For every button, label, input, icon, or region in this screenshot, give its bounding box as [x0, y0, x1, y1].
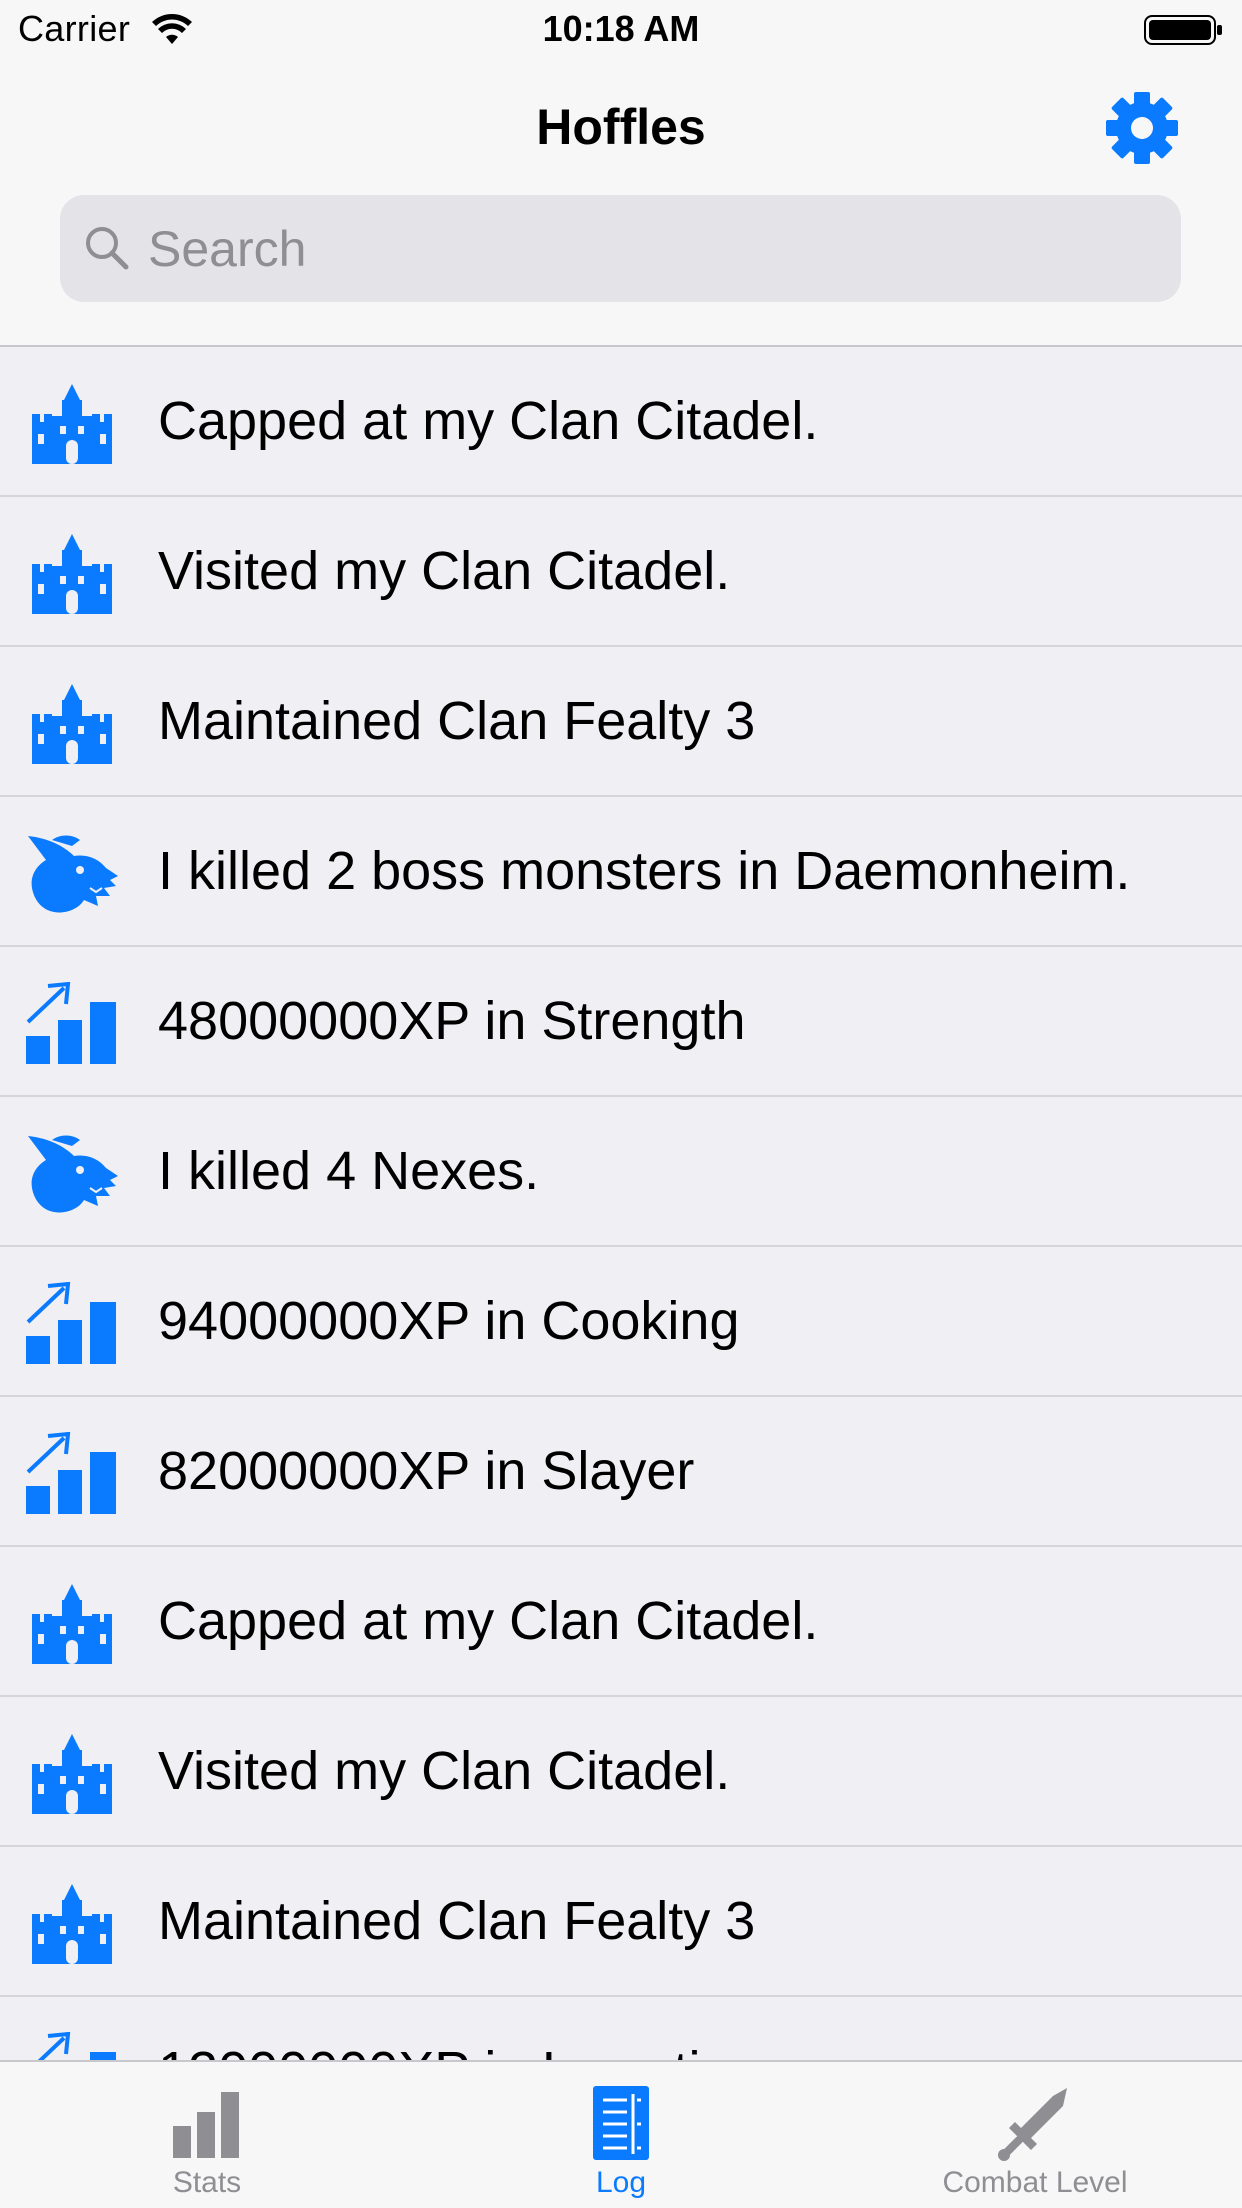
log-row-text: Visited my Clan Citadel. — [158, 1741, 731, 1801]
tab-label: Log — [595, 2166, 647, 2199]
castle-icon — [24, 1882, 120, 1966]
xp-chart-icon — [24, 981, 120, 1066]
castle-icon — [24, 532, 120, 616]
page-title: Hoffles — [536, 99, 706, 155]
log-row[interactable]: 82000000XP in Slayer — [0, 1397, 1242, 1547]
tab-label: Combat Level — [942, 2166, 1128, 2199]
log-row[interactable]: 94000000XP in Cooking — [0, 1247, 1242, 1397]
castle-icon — [24, 1732, 120, 1816]
log-row-text: 82000000XP in Slayer — [158, 1441, 695, 1501]
tab-label: Stats — [172, 2166, 242, 2199]
search-icon — [86, 227, 129, 270]
log-row[interactable]: 12000000XP in Invention — [0, 1997, 1242, 2060]
log-row-text: Maintained Clan Fealty 3 — [158, 691, 756, 751]
bar-chart-icon — [173, 2092, 239, 2158]
log-row[interactable]: I killed 2 boss monsters in Daemonheim. — [0, 797, 1242, 947]
status-bar: Carrier 10:18 AM — [0, 0, 1242, 60]
settings-button[interactable] — [1104, 90, 1180, 166]
log-row-text: Visited my Clan Citadel. — [158, 541, 731, 601]
log-row-text: I killed 2 boss monsters in Daemonheim. — [158, 841, 1131, 901]
castle-icon — [24, 382, 120, 466]
log-row-text: 12000000XP in Invention — [158, 1997, 761, 2060]
battery-icon — [1144, 15, 1222, 45]
log-row[interactable]: Maintained Clan Fealty 3 — [0, 647, 1242, 797]
xp-chart-icon — [24, 1431, 120, 1516]
log-row-text: Capped at my Clan Citadel. — [158, 391, 819, 451]
tab-combat-level[interactable]: Combat Level — [828, 2062, 1242, 2208]
navigation-bar: Hoffles — [0, 60, 1242, 347]
log-row-text: 94000000XP in Cooking — [158, 1291, 740, 1351]
tab-bar: Stats Log Combat Level — [0, 2060, 1242, 2208]
log-list: Capped at my Clan Citadel. Visited my Cla… — [0, 347, 1242, 2060]
log-row[interactable]: Visited my Clan Citadel. — [0, 497, 1242, 647]
log-row-text: I killed 4 Nexes. — [158, 1141, 540, 1201]
castle-icon — [24, 1582, 120, 1666]
xp-chart-icon — [24, 2031, 120, 2060]
log-row-text: Capped at my Clan Citadel. — [158, 1591, 819, 1651]
log-row[interactable]: Visited my Clan Citadel. — [0, 1697, 1242, 1847]
log-row[interactable]: Capped at my Clan Citadel. — [0, 1547, 1242, 1697]
log-row[interactable]: 48000000XP in Strength — [0, 947, 1242, 1097]
tab-log[interactable]: Log — [414, 2062, 828, 2208]
log-icon — [593, 2086, 649, 2160]
search-input[interactable] — [148, 195, 1148, 302]
log-row[interactable]: Capped at my Clan Citadel. — [0, 347, 1242, 497]
log-row-text: Maintained Clan Fealty 3 — [158, 1891, 756, 1951]
tab-stats[interactable]: Stats — [0, 2062, 414, 2208]
dragon-icon — [24, 1132, 120, 1216]
log-row-text: 48000000XP in Strength — [158, 991, 746, 1051]
clock: 10:18 AM — [542, 8, 700, 49]
sword-icon — [998, 2088, 1067, 2161]
xp-chart-icon — [24, 1281, 120, 1366]
dragon-icon — [24, 832, 120, 916]
search-bar[interactable] — [60, 195, 1181, 302]
gear-icon — [1106, 92, 1178, 164]
log-row[interactable]: I killed 4 Nexes. — [0, 1097, 1242, 1247]
log-row[interactable]: Maintained Clan Fealty 3 — [0, 1847, 1242, 1997]
castle-icon — [24, 682, 120, 766]
